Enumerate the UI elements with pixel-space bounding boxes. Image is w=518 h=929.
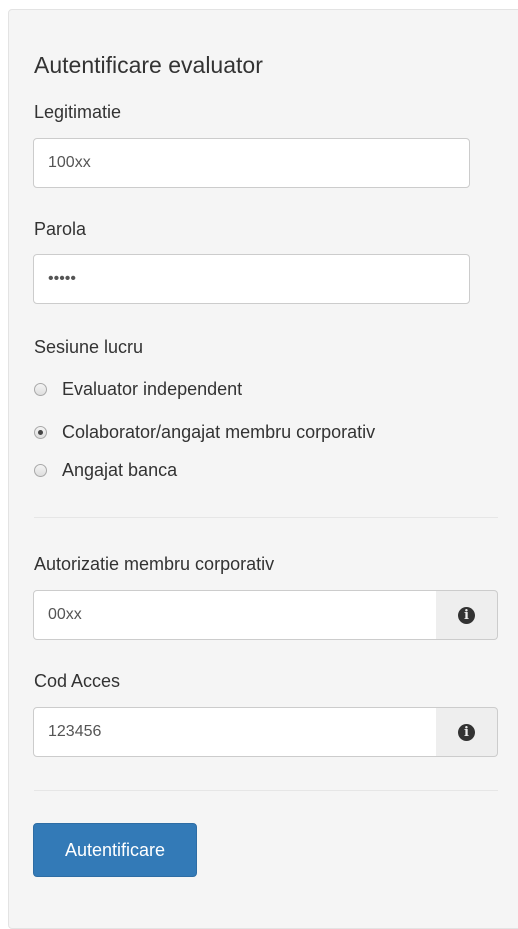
legitimatie-label: Legitimatie	[34, 102, 122, 122]
legitimatie-input[interactable]	[33, 138, 470, 188]
form-title: Autentificare evaluator	[34, 52, 263, 78]
divider	[34, 517, 498, 518]
radio-button[interactable]	[34, 463, 47, 477]
cod-acces-label: Cod Acces	[34, 671, 121, 691]
radio-label: Evaluator independent	[62, 378, 243, 399]
parola-input[interactable]	[33, 254, 470, 304]
autorizatie-info-button[interactable]: i	[436, 590, 498, 640]
divider	[34, 790, 498, 791]
radio-evaluator-independent[interactable]: Evaluator independent	[34, 377, 242, 401]
autorizatie-label: Autorizatie membru corporativ	[34, 554, 275, 574]
radio-colaborator-corporativ[interactable]: Colaborator/angajat membru corporativ	[34, 420, 375, 444]
radio-button[interactable]	[34, 425, 47, 439]
cod-acces-input[interactable]	[33, 707, 437, 757]
radio-angajat-banca[interactable]: Angajat banca	[34, 458, 177, 482]
sesiune-label: Sesiune lucru	[34, 337, 144, 357]
radio-label: Angajat banca	[62, 459, 178, 480]
radio-label: Colaborator/angajat membru corporativ	[62, 421, 376, 442]
autentificare-button[interactable]: Autentificare	[33, 823, 197, 877]
radio-button[interactable]	[34, 382, 47, 396]
autorizatie-input[interactable]	[33, 590, 437, 640]
parola-label: Parola	[34, 219, 87, 239]
cod-acces-info-button[interactable]: i	[436, 707, 498, 757]
info-circle-icon: i	[458, 723, 475, 741]
info-circle-icon: i	[458, 606, 475, 624]
